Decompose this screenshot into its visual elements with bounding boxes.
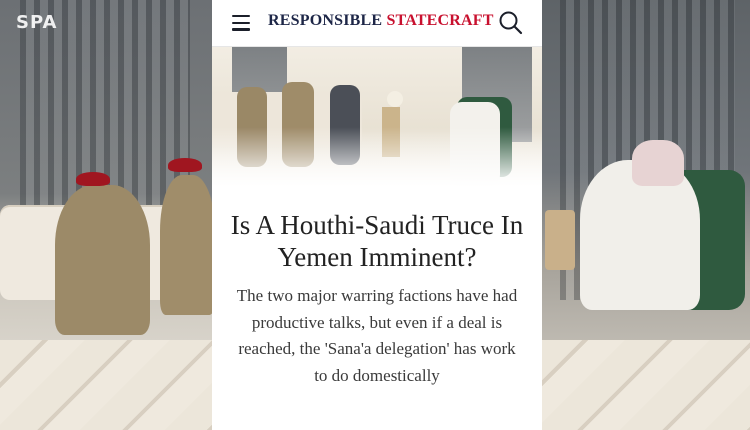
site-header: RESPONSIBLE STATECRAFT: [212, 0, 542, 47]
site-logo[interactable]: RESPONSIBLE STATECRAFT: [268, 12, 494, 30]
brand-part-1: RESPONSIBLE: [268, 12, 383, 29]
hero-lamp: [387, 91, 403, 107]
spa-logo-text: SPA: [16, 12, 58, 33]
hamburger-menu-icon[interactable]: [232, 15, 250, 31]
floor-left: [0, 340, 215, 430]
floor-right: [540, 340, 750, 430]
article-headline[interactable]: Is A Houthi-Saudi Truce In Yemen Imminen…: [230, 209, 524, 273]
headscarf: [632, 140, 684, 186]
brand-part-2: STATECRAFT: [386, 12, 494, 29]
beret-2: [168, 158, 202, 172]
article-summary: The two major warring factions have had …: [236, 286, 518, 385]
article-hero-image: [212, 47, 542, 187]
officer-1: [55, 185, 150, 335]
search-icon[interactable]: [498, 10, 524, 36]
article-card: RESPONSIBLE STATECRAFT Is A Houthi-Saudi…: [212, 0, 542, 430]
spa-logo: SPA: [16, 8, 82, 48]
side-table: [545, 210, 575, 270]
officer-2: [160, 175, 215, 315]
beret-1: [76, 172, 110, 186]
